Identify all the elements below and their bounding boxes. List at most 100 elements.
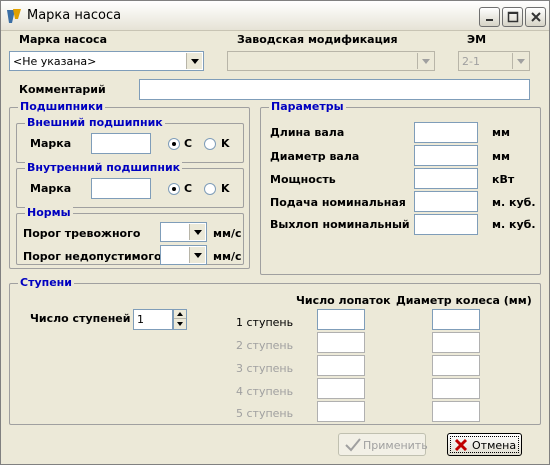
outer-bearing-radio-k[interactable] [204, 138, 216, 150]
app-icon [7, 9, 21, 23]
chevron-down-icon [191, 59, 199, 64]
stage-3-diameter-input[interactable] [432, 355, 480, 376]
pump-brand-select[interactable]: <Не указана> [9, 51, 204, 71]
inner-bearing-group: Внутренний подшипник Марка C K [16, 161, 244, 208]
parameters-title: Параметры [269, 100, 346, 113]
shaft-diameter-label: Диаметр вала [270, 150, 360, 163]
power-label: Мощность [270, 173, 336, 186]
parameters-group: Параметры Длина вала мм Диаметр вала мм … [260, 100, 541, 275]
chevron-down-icon [194, 253, 202, 258]
stage-4-diameter-input[interactable] [432, 378, 480, 399]
maximize-icon [507, 11, 519, 23]
stage-count-input[interactable]: 1 [133, 309, 173, 330]
checkmark-icon [345, 438, 361, 452]
critical-threshold-dropdown[interactable] [189, 247, 205, 263]
shaft-length-label: Длина вала [270, 126, 345, 139]
chevron-down-icon [517, 59, 525, 64]
chevron-down-icon [422, 59, 430, 64]
stage-3-blades-input[interactable] [317, 355, 365, 376]
stage-3-label: 3 ступень [236, 362, 294, 375]
bearings-group: Подшипники Внешний подшипник Марка C K В… [9, 100, 250, 269]
shaft-diameter-input[interactable] [414, 145, 478, 166]
critical-threshold-select[interactable] [160, 245, 207, 265]
stage-1-blades-input[interactable] [317, 309, 365, 330]
outer-bearing-radio-k-label: K [221, 137, 230, 150]
pump-brand-dropdown[interactable] [186, 53, 202, 69]
stage-2-diameter-input[interactable] [432, 332, 480, 353]
inner-bearing-radio-k-label: K [221, 182, 230, 195]
power-unit: кВт [492, 173, 515, 186]
power-input[interactable] [414, 168, 478, 189]
chevron-down-icon [194, 230, 202, 235]
nominal-exhaust-unit: м. куб. [492, 218, 536, 231]
em-value: 2-1 [462, 55, 480, 68]
nominal-flow-label: Подача номинальная [270, 196, 406, 209]
inner-bearing-title: Внутренний подшипник [25, 161, 183, 174]
shaft-length-unit: мм [492, 126, 510, 139]
dialog-window: Марка насоса Марка насоса <Не указана> З… [0, 0, 550, 465]
nominal-exhaust-label: Выхлоп номинальный [270, 218, 410, 231]
shaft-length-input[interactable] [414, 122, 478, 143]
inner-bearing-radio-c-label: C [184, 182, 193, 195]
stage-5-blades-input[interactable] [317, 401, 365, 422]
outer-bearing-radio-c[interactable] [168, 138, 180, 150]
spin-up-button[interactable] [174, 310, 186, 319]
pump-brand-label: Марка насоса [19, 33, 108, 46]
stage-5-label: 5 ступень [236, 407, 294, 420]
minimize-button[interactable] [479, 7, 500, 27]
pump-brand-value: <Не указана> [13, 55, 97, 68]
stages-group: Ступени Число ступеней 1 Число лопаток Д… [9, 276, 541, 425]
chevron-down-icon [177, 322, 183, 326]
alarm-threshold-label: Порог тревожного [23, 227, 141, 240]
apply-button[interactable]: Применить [338, 433, 428, 456]
norms-title: Нормы [25, 206, 73, 219]
alarm-threshold-dropdown[interactable] [189, 224, 205, 240]
factory-mod-select[interactable] [227, 51, 435, 71]
stage-4-blades-input[interactable] [317, 378, 365, 399]
outer-bearing-brand-label: Марка [30, 137, 72, 150]
cancel-button[interactable]: Отмена [447, 433, 522, 456]
title-bar[interactable]: Марка насоса [1, 1, 549, 31]
em-select[interactable]: 2-1 [458, 51, 530, 71]
inner-bearing-radio-k[interactable] [204, 183, 216, 195]
stage-5-diameter-input[interactable] [432, 401, 480, 422]
comment-label: Комментарий [19, 83, 106, 96]
em-dropdown[interactable] [512, 53, 528, 69]
chevron-up-icon [177, 312, 183, 316]
inner-bearing-radio-c[interactable] [168, 183, 180, 195]
factory-mod-label: Заводская модификация [237, 33, 398, 46]
diameter-column-header: Диаметр колеса (мм) [396, 294, 532, 307]
nominal-exhaust-input[interactable] [414, 214, 478, 235]
inner-bearing-brand-input[interactable] [91, 178, 151, 199]
em-label: ЭМ [467, 33, 487, 46]
outer-bearing-radio-c-label: C [184, 137, 193, 150]
maximize-button[interactable] [502, 7, 523, 27]
norms-group: Нормы Порог тревожного мм/с Порог недопу… [16, 206, 244, 265]
nominal-flow-unit: м. куб. [492, 196, 536, 209]
stage-4-label: 4 ступень [236, 385, 294, 398]
blades-column-header: Число лопаток [296, 294, 391, 307]
outer-bearing-group: Внешний подшипник Марка C K [16, 116, 244, 163]
window-title: Марка насоса [27, 8, 122, 23]
stage-2-label: 2 ступень [236, 339, 294, 352]
comment-input[interactable] [139, 79, 530, 100]
close-icon [531, 12, 541, 22]
factory-mod-dropdown[interactable] [417, 53, 433, 69]
minimize-icon [486, 19, 493, 21]
shaft-diameter-unit: мм [492, 150, 510, 163]
outer-bearing-title: Внешний подшипник [25, 116, 165, 129]
stage-1-diameter-input[interactable] [432, 309, 480, 330]
stages-title: Ступени [18, 276, 74, 289]
stage-1-label: 1 ступень [236, 316, 294, 329]
close-button[interactable] [525, 7, 546, 27]
critical-threshold-label: Порог недопустимого [23, 250, 162, 263]
alarm-threshold-select[interactable] [160, 222, 207, 242]
stage-count-spinner[interactable] [173, 309, 187, 330]
inner-bearing-brand-label: Марка [30, 182, 72, 195]
stage-count-label: Число ступеней [30, 312, 131, 325]
nominal-flow-input[interactable] [414, 191, 478, 212]
spin-down-button[interactable] [174, 320, 186, 329]
stage-count-value: 1 [137, 313, 144, 326]
stage-2-blades-input[interactable] [317, 332, 365, 353]
outer-bearing-brand-input[interactable] [91, 133, 151, 154]
